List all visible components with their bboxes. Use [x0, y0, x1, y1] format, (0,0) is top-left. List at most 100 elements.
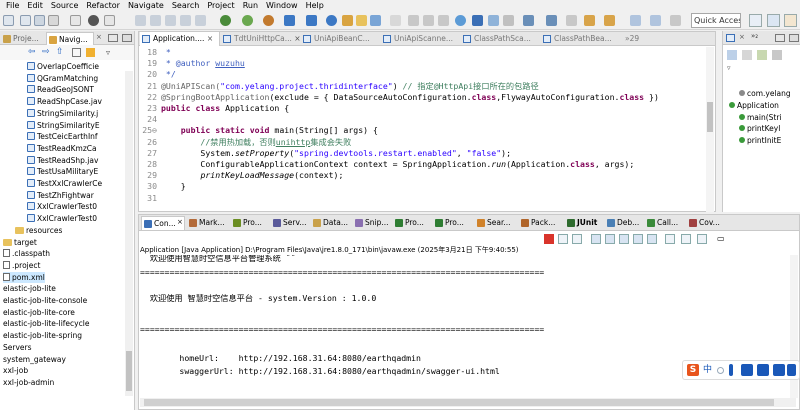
collapse-all-icon[interactable]: [72, 48, 81, 57]
hide-static-icon[interactable]: [757, 50, 767, 60]
console-tab[interactable]: Cov...: [687, 216, 727, 230]
toggle-block-selection-icon[interactable]: [423, 15, 434, 26]
new-file-icon[interactable]: [3, 15, 14, 26]
show-whitespace-icon[interactable]: [438, 15, 449, 26]
console-tab[interactable]: Pack...: [519, 216, 563, 230]
tree-item[interactable]: target: [3, 237, 37, 248]
editor-vertical-scrollbar[interactable]: [706, 47, 714, 212]
java-perspective-icon[interactable]: [767, 14, 780, 27]
scrollbar-thumb[interactable]: [707, 102, 713, 132]
console-tab[interactable]: Call...: [645, 216, 685, 230]
print-icon[interactable]: [48, 15, 59, 26]
clear-console-icon[interactable]: [591, 234, 601, 244]
outline-item[interactable]: printInitE: [739, 135, 781, 146]
microphone-icon[interactable]: [729, 364, 733, 376]
tree-item[interactable]: TestCeicEarthInf: [27, 131, 98, 142]
forward-icon[interactable]: [604, 15, 615, 26]
menu-help[interactable]: Help: [302, 0, 328, 11]
tree-item[interactable]: ReadShpCase.jav: [27, 96, 102, 107]
menu-search[interactable]: Search: [168, 0, 203, 11]
tree-item[interactable]: TestXxlCrawlerCe: [27, 178, 102, 189]
editor-tab[interactable]: UniApiBeanC...: [301, 32, 379, 46]
tree-item[interactable]: TestUsaMilitaryE: [27, 166, 98, 177]
quick-access-input[interactable]: Quick Access: [691, 13, 741, 28]
maximize-icon[interactable]: [122, 34, 132, 42]
console-tab[interactable]: JUnit: [565, 216, 603, 230]
tree-item[interactable]: resources: [15, 225, 62, 236]
outline-view-menu-icon[interactable]: ▿: [727, 64, 735, 72]
open-type-icon[interactable]: [356, 15, 367, 26]
web-browser-icon[interactable]: [455, 15, 466, 26]
console-tab[interactable]: Serv...: [271, 216, 309, 230]
editor-tab[interactable]: ClassPathBea...: [541, 32, 621, 46]
toggle-mark-occurrences-icon[interactable]: [408, 15, 419, 26]
debug-target-icon[interactable]: [88, 15, 99, 26]
toolbar-overflow-icon[interactable]: [670, 15, 681, 26]
sort-icon[interactable]: [727, 50, 737, 60]
tree-item[interactable]: StringSimilarityE: [27, 120, 100, 131]
show-on-stdout-icon[interactable]: [633, 234, 643, 244]
navigator-vertical-scrollbar[interactable]: [125, 71, 133, 396]
tree-item[interactable]: system_gateway: [3, 354, 66, 365]
display-selected-console-icon[interactable]: [681, 234, 691, 244]
tree-item[interactable]: XxlCrawlerTest0: [27, 213, 97, 224]
toolbox-icon[interactable]: [773, 364, 785, 376]
new-class-icon[interactable]: [342, 15, 353, 26]
tree-item[interactable]: elastic-job-lite-lifecycle: [3, 318, 89, 329]
scrollbar-thumb[interactable]: [126, 351, 132, 391]
outline-item[interactable]: main(Stri: [739, 112, 782, 123]
hide-fields-icon[interactable]: [742, 50, 752, 60]
pin-editor-icon[interactable]: [503, 15, 514, 26]
scroll-lock-icon[interactable]: [605, 234, 615, 244]
console-tab-close-icon[interactable]: ×: [177, 218, 183, 226]
outline-close-icon[interactable]: ×: [739, 33, 745, 42]
code-area[interactable]: 18 * 19 * @author wuzuhu 20 */21 @UniAPISca…: [139, 47, 715, 212]
drop-frame-icon[interactable]: [180, 15, 191, 26]
tab-close-icon[interactable]: ×: [292, 34, 300, 43]
console-minimize-icon[interactable]: ▭: [717, 234, 727, 244]
tree-item[interactable]: elastic-job-lite: [3, 283, 56, 294]
tree-item[interactable]: TestReadShp.jav: [27, 155, 98, 166]
editor-tab[interactable]: ClassPathSca...: [461, 32, 541, 46]
tree-item[interactable]: OverlapCoefficie: [27, 61, 99, 72]
run-last-tool-icon[interactable]: [263, 15, 274, 26]
tree-item[interactable]: xxl-job-admin: [3, 377, 54, 388]
view-menu-icon[interactable]: ▿: [106, 48, 114, 57]
console-tab[interactable]: Mark...: [187, 216, 229, 230]
open-task-icon[interactable]: [370, 15, 381, 26]
console-tab[interactable]: Snip...: [353, 216, 391, 230]
debug-icon[interactable]: [242, 15, 253, 26]
open-perspective-icon[interactable]: [749, 14, 762, 27]
editor-tab[interactable]: UniApiScanne...: [381, 32, 461, 46]
keyboard-icon[interactable]: [741, 364, 753, 376]
resume-icon[interactable]: [104, 15, 115, 26]
outline-minimize-icon[interactable]: [775, 34, 785, 42]
step-return-icon[interactable]: [165, 15, 176, 26]
save-icon[interactable]: [20, 15, 31, 26]
remove-launch-icon[interactable]: [558, 234, 568, 244]
punctuation-icon[interactable]: [717, 367, 724, 374]
outline-item[interactable]: printKeyl: [739, 123, 780, 134]
menu-window[interactable]: Window: [262, 0, 302, 11]
last-edit-location-icon[interactable]: [566, 15, 577, 26]
outline-icon[interactable]: [726, 34, 735, 42]
console-tab[interactable]: Pro...: [393, 216, 431, 230]
scrollbar-thumb[interactable]: [144, 399, 774, 406]
tab-project-explorer[interactable]: Proje...: [1, 32, 45, 45]
pin-console-icon[interactable]: [665, 234, 675, 244]
tree-item[interactable]: elastic-job-lite-core: [3, 307, 75, 318]
minimize-icon[interactable]: [108, 34, 118, 42]
editor-tab[interactable]: Application.... ×: [140, 32, 220, 46]
tree-item[interactable]: TestZhFightwar: [27, 190, 94, 201]
editor-tab[interactable]: TdtUniHttpCa... ×: [221, 32, 301, 46]
link-with-editor-icon[interactable]: [86, 48, 95, 57]
run-icon[interactable]: [220, 15, 231, 26]
coverage-icon[interactable]: [284, 15, 295, 26]
console-tab[interactable]: Pro...: [433, 216, 473, 230]
up-arrow-icon[interactable]: ⇧: [56, 48, 66, 57]
tree-item[interactable]: StringSimilarity.j: [27, 108, 98, 119]
new-java-project-icon[interactable]: [306, 15, 317, 26]
new-package-icon[interactable]: [326, 15, 337, 26]
console-tab[interactable]: Sear...: [475, 216, 517, 230]
tree-item[interactable]: pom.xml: [3, 271, 45, 283]
